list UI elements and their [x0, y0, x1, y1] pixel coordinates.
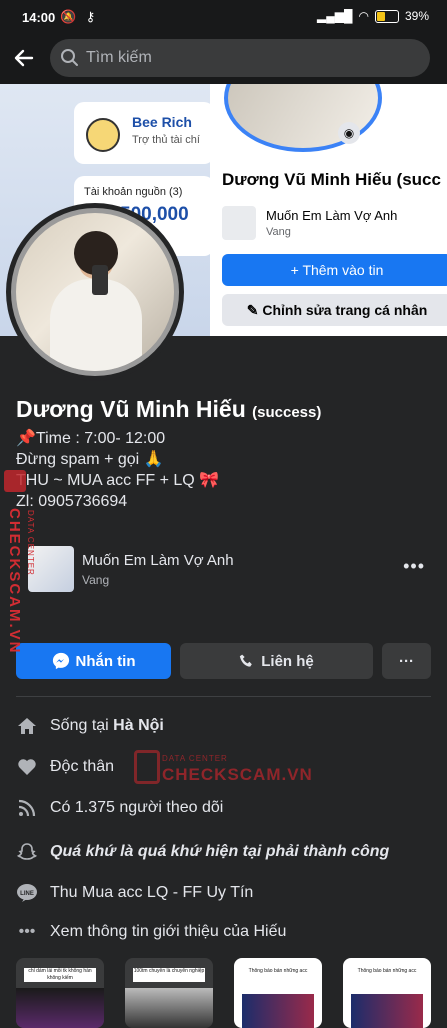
phone-call-icon	[240, 654, 253, 667]
watermark-lock-icon	[134, 750, 160, 784]
info-followers[interactable]: Có 1.375 người theo dõi	[16, 795, 431, 821]
action-buttons: Nhắn tin Liên hệ ···	[16, 643, 431, 679]
lives-prefix: Sống tại	[50, 717, 109, 734]
card-subtitle: Trợ thủ tài chí	[132, 134, 200, 146]
bio-line: THU ~ MUA acc FF + LQ 🎀	[16, 472, 220, 489]
profile-name: Dương Vũ Minh Hiếu (success)	[16, 396, 321, 423]
line-icon: LINE	[16, 882, 38, 904]
notification-icons: 🔕 ⚷	[60, 9, 99, 24]
ellipsis-icon: •••	[18, 923, 36, 940]
contact-label: Liên hệ	[261, 652, 314, 670]
cover-right-panel: ◉ Dương Vũ Minh Hiếu (succ Muốn Em Làm V…	[210, 84, 447, 336]
thumb-caption: chỉ dám lái mỗi tk không hàn không kiếm	[24, 968, 96, 982]
preview-song-title: Muốn Em Làm Vợ Anh	[266, 208, 398, 223]
profile-bio: 📌Time : 7:00- 12:00 Đừng spam + gọi 🙏 TH…	[16, 428, 219, 512]
status-bar: 14:00 🔕 ⚷ ▂▄▆█ ◠ 39%	[0, 0, 447, 34]
rss-icon	[16, 797, 38, 819]
card-title: Bee Rich	[132, 114, 192, 130]
message-label: Nhắn tin	[75, 652, 136, 670]
search-input[interactable]: Tìm kiếm	[50, 39, 430, 77]
lives-city[interactable]: Hà Nội	[113, 717, 164, 735]
line-text: Thu Mua acc LQ - FF Uy Tín	[50, 884, 254, 901]
bio-line: 📌Time : 7:00- 12:00	[16, 430, 166, 447]
more-icon: ···	[399, 652, 414, 670]
song-more-icon[interactable]: •••	[403, 556, 425, 577]
watermark-text: CHECKSCAM.VN	[162, 765, 313, 784]
featured-photo[interactable]: Thông báo bán những acc	[343, 958, 431, 1028]
featured-photo[interactable]: chỉ dám lái mỗi tk không hàn không kiếm	[16, 958, 104, 1028]
search-placeholder: Tìm kiếm	[86, 49, 152, 66]
see-more-text: Xem thông tin giới thiệu của Hiếu	[50, 923, 287, 940]
profile-name-text: Dương Vũ Minh Hiếu	[16, 396, 246, 422]
preview-edit-profile: ✎ Chỉnh sửa trang cá nhân	[222, 294, 447, 326]
battery-icon	[374, 9, 399, 23]
status-time: 14:00	[22, 10, 56, 25]
thumb-caption: Thông báo bán những acc	[242, 968, 314, 982]
preview-song-art	[222, 206, 256, 240]
featured-photo[interactable]: 100tm chuyên là chuyên nghiệp	[125, 958, 213, 1028]
snapchat-icon	[16, 841, 38, 863]
watermark-text-vertical: CHECKSCAM.VN	[6, 508, 23, 655]
song-artist: Vang	[82, 573, 110, 587]
relationship-text: Độc thân	[50, 758, 115, 775]
svg-text:LINE: LINE	[20, 891, 34, 897]
watermark-sub-vertical: DATA CENTER	[26, 510, 35, 576]
preview-add-story: + Thêm vào tin	[222, 254, 447, 286]
thumb-caption: 100tm chuyên là chuyên nghiệp	[133, 968, 205, 982]
battery-percent: 39%	[404, 9, 429, 23]
song-title: Muốn Em Làm Vợ Anh	[82, 552, 234, 569]
search-icon	[61, 49, 78, 66]
camera-icon: ◉	[338, 122, 360, 144]
info-line[interactable]: LINE Thu Mua acc LQ - FF Uy Tín	[16, 880, 431, 906]
featured-photos: chỉ dám lái mỗi tk không hàn không kiếm …	[16, 958, 431, 1028]
bee-rich-card: Bee Rich Trợ thủ tài chí	[74, 102, 214, 164]
info-see-more[interactable]: ••• Xem thông tin giới thiệu của Hiếu	[16, 919, 431, 945]
bee-rich-logo	[86, 118, 120, 152]
profile-song[interactable]: Muốn Em Làm Vợ Anh Vang •••	[16, 546, 431, 596]
watermark-logo	[4, 470, 26, 492]
wifi-icon: ◠	[358, 9, 369, 23]
bio-line: Đừng spam + gọi 🙏	[16, 451, 164, 468]
profile-avatar[interactable]	[6, 203, 184, 381]
account-label: Tài khoản nguồn (3)	[84, 186, 183, 198]
quote-text: Quá khứ là quá khứ hiện tại phải thành c…	[50, 843, 390, 860]
divider	[16, 696, 431, 697]
preview-name: Dương Vũ Minh Hiếu (succ	[222, 170, 441, 189]
avatar-photo	[11, 208, 179, 376]
watermark-sub: DATA CENTER	[162, 754, 228, 763]
top-bar: Tìm kiếm	[0, 34, 447, 84]
back-arrow-icon[interactable]	[12, 46, 36, 70]
bio-line: Zl: 0905736694	[16, 493, 128, 510]
messenger-icon	[52, 652, 69, 670]
message-button[interactable]: Nhắn tin	[16, 643, 171, 679]
phone-icon	[92, 265, 108, 295]
heart-icon	[16, 756, 38, 778]
preview-song-sub: Vang	[266, 226, 291, 238]
profile-name-suffix: (success)	[252, 404, 322, 421]
followers-text: Có 1.375 người theo dõi	[50, 799, 224, 816]
info-quote: Quá khứ là quá khứ hiện tại phải thành c…	[16, 839, 431, 865]
info-lives: Sống tại Hà Nội	[16, 713, 431, 739]
featured-photo[interactable]: Thông báo bán những acc	[234, 958, 322, 1028]
preview-avatar	[224, 84, 382, 152]
more-button[interactable]: ···	[382, 643, 431, 679]
home-icon	[16, 715, 38, 737]
thumb-caption: Thông báo bán những acc	[351, 968, 423, 982]
signal-icon: ▂▄▆█	[317, 9, 353, 23]
contact-button[interactable]: Liên hệ	[180, 643, 373, 679]
system-indicators: ▂▄▆█ ◠ 39%	[317, 9, 429, 23]
